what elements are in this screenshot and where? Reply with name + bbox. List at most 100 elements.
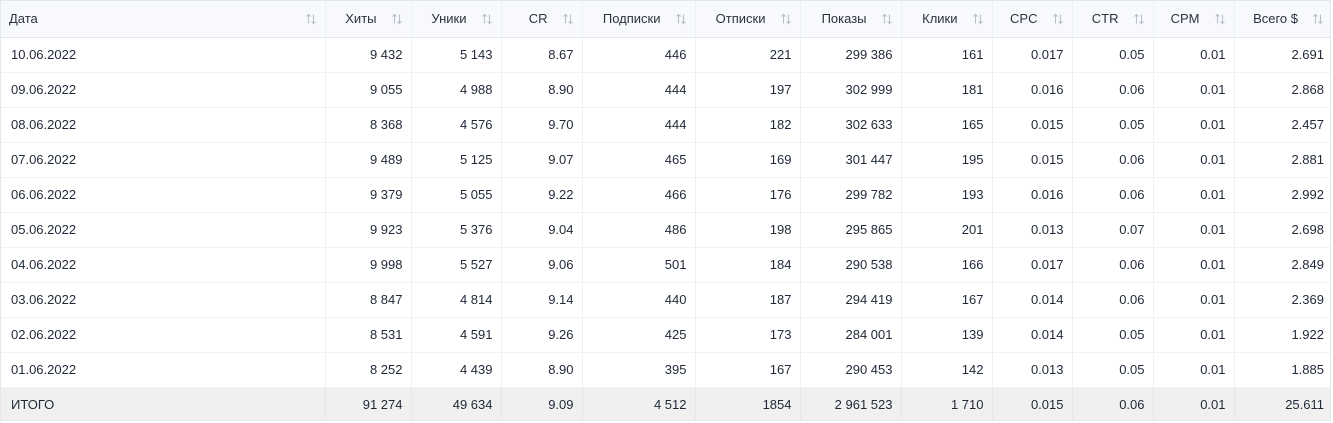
cell-ctr: 0.07 (1072, 212, 1154, 248)
column-header-label: CTR (1091, 11, 1119, 27)
cell-impressions: 302 633 (800, 107, 902, 143)
cell-cpm: 0.01 (1153, 212, 1235, 248)
cell-date: 05.06.2022 (1, 212, 326, 248)
cell-impressions: 290 538 (800, 247, 902, 283)
column-header-label: Уники (431, 11, 467, 27)
cell-cpc: 0.015 (992, 142, 1073, 178)
cell-date: 08.06.2022 (1, 107, 326, 143)
total-impressions: 2 961 523 (800, 387, 902, 420)
totals-label: ИТОГО (1, 387, 326, 420)
cell-subs: 440 (582, 282, 696, 318)
column-header-cpm[interactable]: CPM (1153, 1, 1235, 38)
sort-arrows-icon[interactable] (305, 13, 317, 25)
column-header-ctr[interactable]: CTR (1072, 1, 1154, 38)
column-header-inner: Клики (922, 11, 983, 26)
sort-arrows-icon[interactable] (562, 13, 574, 25)
cell-cr: 8.67 (501, 37, 583, 73)
cell-clicks: 166 (901, 247, 993, 283)
cell-unsubs: 182 (695, 107, 801, 143)
table-row: 10.06.2022 9 432 5 143 8.67 446 221 299 386 161… (1, 37, 1330, 73)
cell-date: 09.06.2022 (1, 72, 326, 108)
column-header-label: Отписки (715, 11, 766, 27)
column-header-inner: CPM (1171, 11, 1226, 26)
column-header-cpc[interactable]: CPC (992, 1, 1073, 38)
cell-clicks: 139 (901, 317, 993, 353)
cell-uniques: 4 814 (411, 282, 502, 318)
cell-cr: 9.06 (501, 247, 583, 283)
total-ctr: 0.06 (1072, 387, 1154, 420)
column-header-total[interactable]: Всего $ (1234, 1, 1330, 38)
cell-cpm: 0.01 (1153, 72, 1235, 108)
cell-clicks: 181 (901, 72, 993, 108)
cell-cr: 9.04 (501, 212, 583, 248)
sort-arrows-icon[interactable] (1052, 13, 1064, 25)
column-header-date[interactable]: Дата (1, 1, 326, 38)
column-header-uniques[interactable]: Уники (411, 1, 502, 38)
cell-clicks: 165 (901, 107, 993, 143)
column-header-label: Подписки (602, 11, 661, 27)
cell-impressions: 295 865 (800, 212, 902, 248)
cell-cpc: 0.015 (992, 107, 1073, 143)
column-header-label: Всего $ (1253, 11, 1298, 27)
sort-arrows-icon[interactable] (675, 13, 687, 25)
total-total: 25.611 (1285, 396, 1324, 412)
cell-total: 1.885 (1234, 352, 1330, 388)
cell-total: 2.691 (1234, 37, 1330, 73)
cell-subs: 465 (582, 142, 696, 178)
cell-impressions: 299 782 (800, 177, 902, 213)
cell-subs: 466 (582, 177, 696, 213)
sort-arrows-icon[interactable] (391, 13, 403, 25)
column-header-inner: CPC (1010, 11, 1063, 26)
cell-total: 2.849 (1234, 247, 1330, 283)
sort-arrows-icon[interactable] (881, 13, 893, 25)
cell-unsubs: 167 (695, 352, 801, 388)
column-header-impressions[interactable]: Показы (800, 1, 902, 38)
cell-clicks: 167 (901, 282, 993, 318)
cell-hits: 9 379 (325, 177, 412, 213)
cell-hits: 8 368 (325, 107, 412, 143)
column-header-unsubs[interactable]: Отписки (695, 1, 801, 38)
total-cr: 9.09 (501, 387, 583, 420)
sort-arrows-icon[interactable] (1312, 13, 1324, 25)
sort-arrows-icon[interactable] (780, 13, 792, 25)
cell-cpc: 0.014 (992, 317, 1073, 353)
cell-hits: 8 531 (325, 317, 412, 353)
column-header-subs[interactable]: Подписки (582, 1, 696, 38)
cell-hits: 8 847 (325, 282, 412, 318)
total-subs: 4 512 (582, 387, 696, 420)
column-header-clicks[interactable]: Клики (901, 1, 993, 38)
cell-cpc: 0.016 (992, 72, 1073, 108)
column-header-label: Клики (922, 11, 958, 27)
column-header-hits[interactable]: Хиты (325, 1, 412, 38)
table-row: 04.06.2022 9 998 5 527 9.06 501 184 290 538 166… (1, 247, 1330, 283)
cell-hits: 8 252 (325, 352, 412, 388)
column-header-cr[interactable]: CR (501, 1, 583, 38)
cell-cpm: 0.01 (1153, 37, 1235, 73)
table-row: 07.06.2022 9 489 5 125 9.07 465 169 301 447 195… (1, 142, 1330, 178)
column-header-inner: Хиты (345, 11, 402, 26)
sort-arrows-icon[interactable] (972, 13, 984, 25)
cell-uniques: 5 376 (411, 212, 502, 248)
cell-cpm: 0.01 (1153, 177, 1235, 213)
sort-arrows-icon[interactable] (1133, 13, 1145, 25)
cell-impressions: 301 447 (800, 142, 902, 178)
cell-ctr: 0.06 (1072, 177, 1154, 213)
cell-unsubs: 221 (695, 37, 801, 73)
cell-cr: 9.70 (501, 107, 583, 143)
cell-hits: 9 489 (325, 142, 412, 178)
column-header-label: Хиты (345, 11, 377, 27)
cell-subs: 395 (582, 352, 696, 388)
table-header: Дата Хиты Уники CR Подписки Отписки Показы Клик… (1, 1, 1330, 38)
cell-cr: 9.14 (501, 282, 583, 318)
cell-cpm: 0.01 (1153, 247, 1235, 283)
cell-uniques: 4 576 (411, 107, 502, 143)
cell-uniques: 5 143 (411, 37, 502, 73)
cell-uniques: 5 125 (411, 142, 502, 178)
sort-arrows-icon[interactable] (481, 13, 493, 25)
stats-table-container: Дата Хиты Уники CR Подписки Отписки Показы Клик… (0, 0, 1331, 421)
column-header-inner: CR (529, 11, 574, 26)
header-row: Дата Хиты Уники CR Подписки Отписки Показы Клик… (1, 1, 1330, 38)
sort-arrows-icon[interactable] (1214, 13, 1226, 25)
cell-cpc: 0.013 (992, 352, 1073, 388)
cell-date: 02.06.2022 (1, 317, 326, 353)
